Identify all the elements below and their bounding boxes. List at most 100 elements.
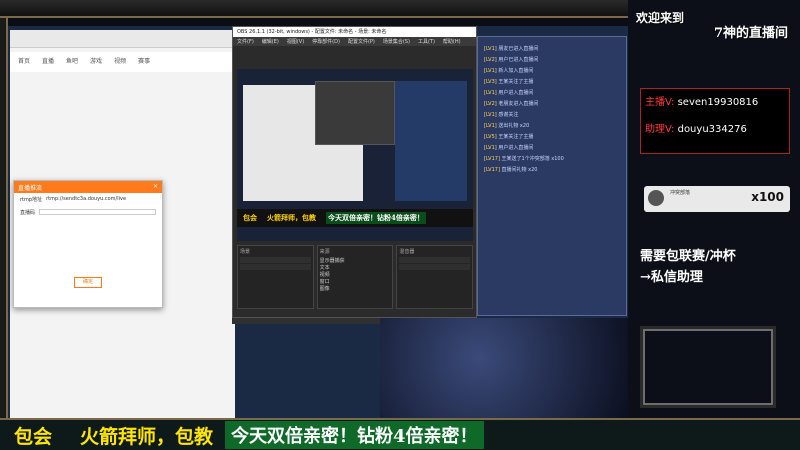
menu-item[interactable]: 视图(V) (287, 38, 304, 45)
menu-item[interactable]: 帮助(H) (443, 38, 461, 45)
chat-text: 王某关注了主播 (498, 79, 534, 85)
chat-level: [LV2] (484, 57, 497, 63)
chat-text: 感谢关注 (498, 112, 519, 118)
preview-banner-part3: 今天双倍亲密！钻粉4倍亲密！ (326, 212, 426, 224)
webcam-frame (640, 326, 776, 408)
gift-count: x100 (751, 190, 784, 204)
chat-message: [LV1] 送出礼物 x20 (484, 122, 620, 129)
nav-tab[interactable]: 首页 (18, 56, 30, 68)
nav-tab[interactable]: 游戏 (90, 56, 102, 68)
banner-part3: 今天双倍亲密！钻粉4倍亲密！ (225, 421, 484, 449)
gift-avatar-icon (648, 190, 664, 206)
chat-message: [LV2] 用户已进入直播间 (484, 56, 620, 63)
promo-text: 需要包联赛/冲杯 →私信助理 (640, 246, 790, 292)
chat-level: [LV1] (484, 68, 497, 74)
scene-item[interactable] (240, 257, 311, 263)
chat-level: [LV17] (484, 167, 500, 173)
chat-text: 王某送了1个冲突部落 x100 (501, 156, 564, 162)
chat-level: [LV1] (484, 90, 497, 96)
preview-canvas: 包会 火箭拜师，包教 今天双倍亲密！钻粉4倍亲密！ (237, 69, 473, 241)
source-item[interactable]: 显示器捕获 (320, 257, 391, 264)
nav-tab[interactable]: 视频 (114, 56, 126, 68)
source-item[interactable]: 文本 (320, 264, 391, 271)
source-item[interactable]: 窗口 (320, 278, 391, 285)
chat-level: [LV1] (484, 112, 497, 118)
chat-message: [LV1] 新人加入直播间 (484, 67, 620, 74)
assistant-label: 助理V: (645, 124, 675, 135)
chat-text: 用户已进入直播间 (498, 57, 539, 63)
chat-text: 直播间礼物 x20 (501, 167, 538, 173)
chat-message: [LV1] 感谢关注 (484, 111, 620, 118)
close-icon[interactable]: ✕ (153, 183, 158, 191)
ok-button[interactable]: 确定 (74, 277, 102, 288)
rtmp-row: rtmp地址 rtmp://sendtc3a.douyu.com/live (14, 193, 162, 206)
obs-preview[interactable]: 包会 火箭拜师，包教 今天双倍亲密！钻粉4倍亲密！ (237, 69, 473, 241)
preview-chat-capture (395, 81, 467, 201)
rtmp-value[interactable]: rtmp://sendtc3a.douyu.com/live (46, 196, 126, 203)
scenes-dock: 场景 (237, 245, 314, 309)
chat-level: [LV1] (484, 123, 497, 129)
chat-message: [LV1] 用户进入直播间 (484, 89, 620, 96)
menu-item[interactable]: 配置文件(P) (348, 38, 375, 45)
source-item[interactable]: 图像 (320, 285, 391, 292)
chat-level: [LV1] (484, 145, 497, 151)
banner-part1: 包会 (14, 425, 53, 448)
dialog-title: 直播推流 (18, 185, 43, 192)
chat-text: 朋友已进入直播间 (498, 46, 539, 52)
volume-slider[interactable] (399, 264, 471, 270)
chat-level: [LV1] (484, 46, 497, 52)
source-item[interactable]: 视频 (320, 271, 391, 278)
chat-message: [LV5] 王某关注了主播 (484, 133, 620, 140)
chat-message: [LV1] 用户进入直播间 (484, 144, 620, 151)
nav-tab[interactable]: 鱼吧 (66, 56, 78, 68)
browser-nav-bar[interactable] (10, 30, 235, 48)
dock-label: 场景 (240, 249, 251, 255)
menu-item[interactable]: 停靠部件(D) (312, 38, 340, 45)
welcome-line2: 7神的直播间 (713, 26, 788, 41)
dialog-header: 直播推流 ✕ (14, 181, 162, 193)
obs-title: OBS 26.1.1 (32-bit, windows) - 配置文件: 未命名… (233, 27, 476, 37)
nav-tab[interactable]: 直播 (42, 56, 54, 68)
preview-banner-part2: 火箭拜师，包教 (267, 213, 316, 222)
sources-dock: 来源 显示器捕获 文本 视频 窗口 图像 (316, 245, 394, 309)
dock-label: 混音器 (399, 249, 415, 255)
preview-nested-obs (315, 81, 395, 145)
chat-text: 送出礼物 x20 (498, 123, 530, 129)
chat-text: 用户进入直播间 (498, 145, 534, 151)
gift-notice: 冲突部落 x100 (644, 186, 790, 212)
streamer-contact: 主播V: seven19930816 (645, 93, 785, 108)
menu-item[interactable]: 场景集合(S) (383, 38, 410, 45)
chat-window: [LV1] 朋友已进入直播间 [LV2] 用户已进入直播间 [LV1] 新人加入直播… (477, 36, 627, 316)
welcome-text: 欢迎来到 7神的直播间 (636, 10, 788, 50)
chat-level: [LV5] (484, 134, 497, 140)
chat-level: [LV17] (484, 156, 500, 162)
preview-banner: 包会 火箭拜师，包教 今天双倍亲密！钻粉4倍亲密！ (237, 209, 473, 227)
chat-message: [LV17] 王某送了1个冲突部落 x100 (484, 155, 620, 162)
mixer-dock: 混音器 (396, 245, 474, 309)
menu-item[interactable]: 编辑(E) (262, 38, 279, 45)
scene-item[interactable] (240, 264, 311, 270)
rtmp-label: rtmp地址 (20, 197, 43, 203)
nav-tab[interactable]: 赛事 (138, 56, 150, 68)
code-field[interactable] (39, 209, 156, 215)
streamer-label: 主播V: (645, 97, 675, 108)
code-row: 直播码 (14, 206, 162, 219)
chat-text: 用户进入直播间 (498, 90, 534, 96)
obs-menu-bar: 文件(F) 编辑(E) 视图(V) 停靠部件(D) 配置文件(P) 场景集合(S… (233, 37, 476, 46)
obs-window: OBS 26.1.1 (32-bit, windows) - 配置文件: 未命名… (232, 26, 477, 318)
dock-label: 来源 (319, 249, 330, 255)
volume-slider[interactable] (399, 257, 471, 263)
chat-level: [LV3] (484, 79, 497, 85)
contact-box: 主播V: seven19930816 助理V: douyu334276 (640, 88, 790, 154)
chat-message: [LV1] 朋友已进入直播间 (484, 45, 620, 52)
streamer-id: seven19930816 (677, 97, 759, 108)
welcome-line1: 欢迎来到 (636, 11, 685, 25)
site-nav: 首页 直播 鱼吧 游戏 视频 赛事 (10, 52, 235, 72)
chat-message: [LV3] 王某关注了主播 (484, 78, 620, 85)
video-capture (380, 318, 628, 418)
banner-part2: 火箭拜师，包教 (80, 425, 214, 448)
menu-item[interactable]: 文件(F) (237, 38, 254, 45)
promo-line2: →私信助理 (640, 270, 703, 285)
chat-text: 王某关注了主播 (498, 134, 534, 140)
menu-item[interactable]: 工具(T) (418, 38, 435, 45)
